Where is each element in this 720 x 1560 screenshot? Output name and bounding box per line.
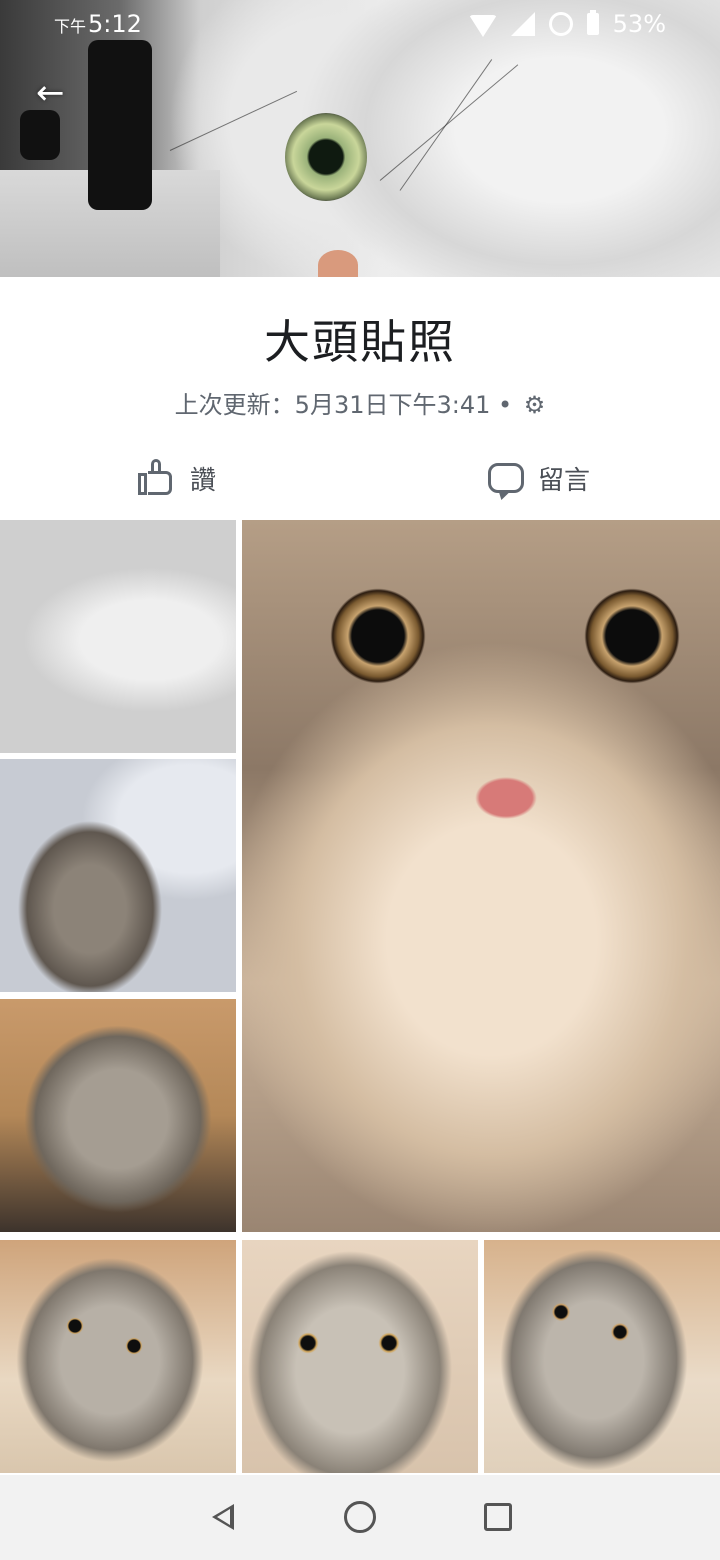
chair-leg — [88, 40, 152, 210]
thumbs-up-icon — [138, 459, 176, 497]
photo-tile-1[interactable] — [0, 520, 236, 753]
alarm-icon — [548, 12, 573, 36]
separator: • — [490, 391, 520, 419]
arrow-left-icon[interactable]: ← — [36, 76, 72, 110]
home-circle-icon — [344, 1501, 376, 1533]
like-label: 讚 — [190, 465, 217, 496]
action-bar: 讚 留言 — [0, 440, 720, 516]
signal-icon — [510, 12, 535, 36]
like-button[interactable]: 讚 — [138, 440, 216, 516]
album-updated: 上次更新：5月31日下午3:41 • ⚙ — [0, 385, 720, 420]
wifi-icon — [468, 15, 497, 37]
cat-eye — [285, 113, 367, 201]
battery-icon — [586, 10, 599, 35]
nav-home-button[interactable] — [340, 1497, 380, 1537]
photo-tile-4-large[interactable] — [242, 520, 720, 1232]
comment-label: 留言 — [538, 465, 591, 496]
whisker — [169, 90, 298, 151]
battery-percent: 53% — [612, 10, 666, 38]
album-title: 大頭貼照 — [264, 315, 456, 369]
gear-icon[interactable]: ⚙ — [524, 391, 546, 419]
photo-tile-7[interactable] — [484, 1240, 720, 1473]
cat-nose — [318, 250, 358, 277]
photo-tile-5[interactable] — [0, 1240, 236, 1473]
comment-button[interactable]: 留言 — [488, 440, 590, 516]
nav-recents-button[interactable] — [478, 1497, 518, 1537]
clock: 下午5:12 — [54, 10, 142, 38]
status-bar: 下午5:12 53% — [0, 0, 720, 48]
nav-back-button[interactable] — [203, 1497, 243, 1537]
status-icons: 53% — [468, 0, 666, 48]
speech-bubble-icon — [488, 463, 524, 493]
photo-tile-6[interactable] — [242, 1240, 478, 1473]
whisker — [379, 64, 519, 181]
photo-tile-3[interactable] — [0, 999, 236, 1232]
updated-text: 上次更新：5月31日下午3:41 — [174, 391, 491, 419]
recents-square-icon — [484, 1503, 512, 1531]
whisker — [399, 59, 493, 191]
system-nav-bar — [0, 1475, 720, 1560]
back-triangle-icon — [212, 1504, 234, 1530]
chair-leg — [20, 110, 60, 160]
photo-tile-2[interactable] — [0, 759, 236, 992]
